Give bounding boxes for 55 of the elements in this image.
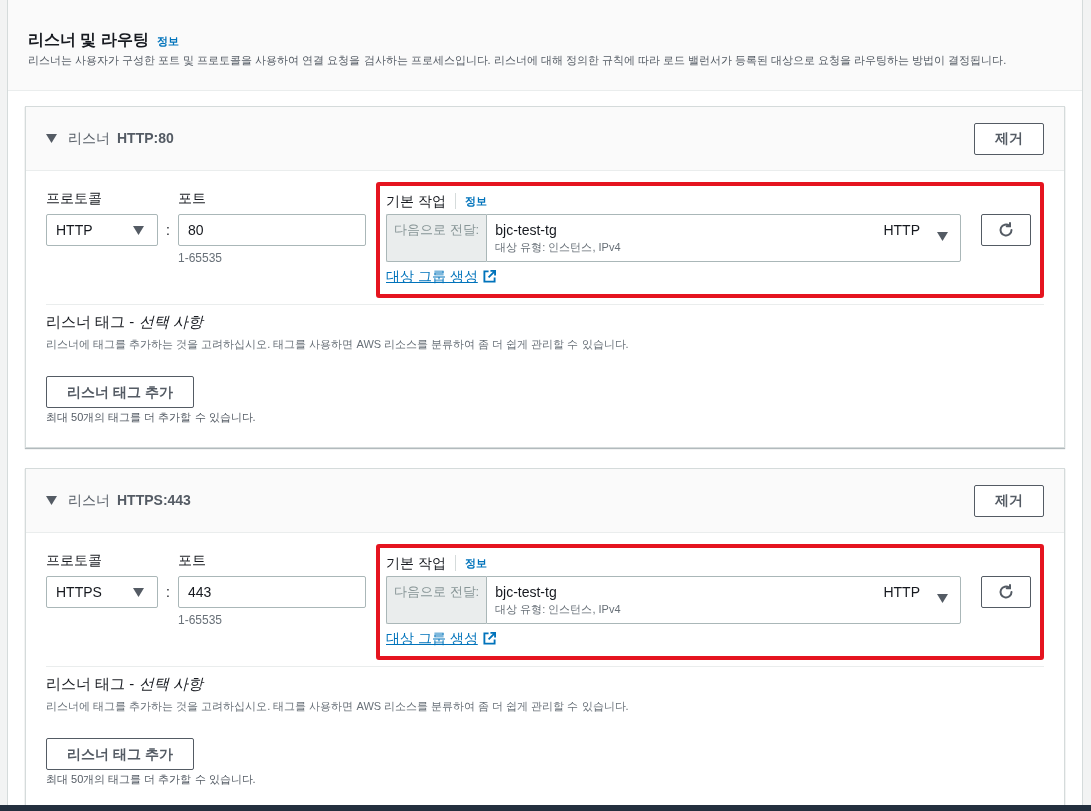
- remove-button[interactable]: 제거: [974, 122, 1044, 155]
- field-label: 기본 작업: [386, 193, 446, 209]
- action-label: 다음으로 전달:: [386, 214, 487, 262]
- hint-text: 1-65535: [178, 612, 224, 628]
- field-label: 프로토콜: [46, 190, 103, 206]
- tag-limit-note: 최대 50개의 태그를 더 추가할 수 있습니다.: [46, 772, 256, 787]
- protocol-text: HTTP: [883, 221, 920, 240]
- info-link[interactable]: 정보: [464, 193, 487, 209]
- hint-text: 1-65535: [178, 250, 224, 266]
- tags-description: 리스너에 태그를 추가하는 것을 고려하십시오. 태그를 사용하면 AWS 리소스를 분류하여 좀 더 쉽게 관리할 수 있습니다.: [46, 699, 629, 714]
- refresh-button[interactable]: [981, 576, 1031, 608]
- listener-label: 리스너: [68, 491, 110, 510]
- field-label: 프로토콜: [46, 552, 103, 568]
- caret-icon: [937, 232, 948, 241]
- refresh-button[interactable]: [981, 214, 1031, 246]
- caret-icon: [937, 594, 948, 603]
- separator-text: :: [166, 221, 170, 240]
- info-link[interactable]: 정보: [156, 33, 179, 50]
- refresh-icon: [998, 584, 1014, 600]
- target-type-text: 대상 유형: 인스턴스, IPv4: [495, 240, 622, 254]
- create-target-group-link[interactable]: 대상 그룹 생성: [386, 628, 478, 648]
- add-tag-button[interactable]: 리스너 태그 추가: [46, 376, 194, 408]
- remove-button[interactable]: 제거: [974, 484, 1044, 517]
- caret-icon: [133, 225, 144, 235]
- protocol-text: HTTP: [883, 583, 920, 602]
- listener-name: HTTPS:443: [117, 491, 191, 510]
- target-group-select[interactable]: bjc-test-tg 대상 유형: 인스턴스, IPv4 HTTP: [486, 576, 961, 624]
- action-label: 다음으로 전달:: [386, 576, 487, 624]
- protocol-select[interactable]: HTTP: [46, 214, 158, 246]
- external-link-icon: [482, 269, 496, 283]
- refresh-icon: [998, 222, 1014, 238]
- target-group-name: bjc-test-tg: [495, 221, 558, 240]
- target-group-select[interactable]: bjc-test-tg 대상 유형: 인스턴스, IPv4 HTTP: [486, 214, 961, 262]
- tags-title: 리스너 태그 - 선택 사항: [46, 674, 203, 694]
- target-type-text: 대상 유형: 인스턴스, IPv4: [495, 602, 622, 616]
- tags-description: 리스너에 태그를 추가하는 것을 고려하십시오. 태그를 사용하면 AWS 리소스를 분류하여 좀 더 쉽게 관리할 수 있습니다.: [46, 337, 629, 352]
- add-tag-button[interactable]: 리스너 태그 추가: [46, 738, 194, 770]
- section-description: 리스너는 사용자가 구성한 포트 및 프로토콜을 사용하여 연결 요청을 검사하는 프로세스입니다. 리스너에 대해 정의한 규칙에 따라 로드 밸런서가 등록된 대상으로 요청을 라우팅하는 방법이 결정됩니다.: [28, 53, 1008, 68]
- info-link[interactable]: 정보: [464, 555, 487, 571]
- field-label: 포트: [178, 190, 207, 206]
- target-group-name: bjc-test-tg: [495, 583, 558, 602]
- field-label: 포트: [178, 552, 207, 568]
- tags-title: 리스너 태그 - 선택 사항: [46, 312, 203, 332]
- create-target-group-link[interactable]: 대상 그룹 생성: [386, 266, 478, 286]
- listener-label: 리스너: [68, 129, 110, 148]
- section-title: 리스너 및 라우팅: [28, 30, 149, 50]
- port-input[interactable]: 443: [178, 576, 366, 608]
- port-input[interactable]: 80: [178, 214, 366, 246]
- tag-limit-note: 최대 50개의 태그를 더 추가할 수 있습니다.: [46, 410, 256, 425]
- field-label: 기본 작업: [386, 555, 446, 571]
- separator-text: :: [166, 583, 170, 602]
- listener-name: HTTP:80: [117, 129, 174, 148]
- protocol-select[interactable]: HTTPS: [46, 576, 158, 608]
- caret-icon: [133, 587, 144, 597]
- external-link-icon: [482, 631, 496, 645]
